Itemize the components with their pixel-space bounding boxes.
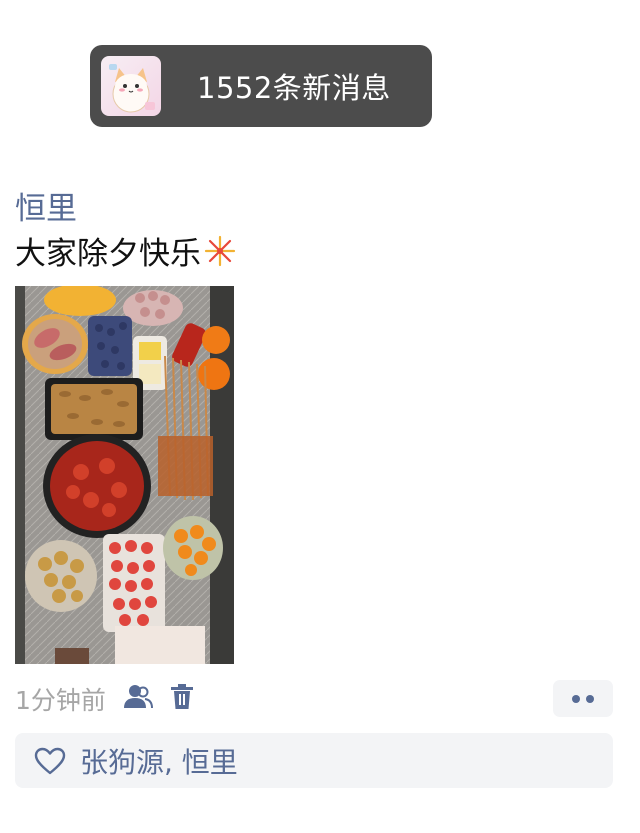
- post-content-text: 大家除夕快乐: [15, 236, 201, 272]
- cartoon-cat-avatar-icon: [109, 64, 155, 113]
- fireworks-emoji-icon: [204, 235, 236, 266]
- friends-visibility-icon[interactable]: [123, 684, 153, 714]
- post-author-name[interactable]: 恒里: [15, 183, 77, 228]
- post-photo[interactable]: [15, 286, 234, 664]
- food-spread-image: [15, 286, 234, 664]
- more-button[interactable]: [553, 680, 613, 717]
- post-time: 1分钟前: [15, 686, 106, 715]
- heart-outline-icon: [34, 747, 66, 774]
- toast-avatar: [101, 56, 161, 116]
- likes-panel: 张狗源, 恒里: [15, 733, 613, 788]
- trash-icon[interactable]: [170, 684, 193, 714]
- more-dots-icon: [586, 694, 594, 703]
- post-content: 大家除夕快乐: [15, 228, 237, 273]
- likes-names[interactable]: 张狗源, 恒里: [80, 741, 238, 781]
- new-messages-toast[interactable]: 1552条新消息: [90, 45, 432, 127]
- post-meta: 1分钟前: [15, 682, 193, 716]
- new-messages-count: 1552条新消息: [197, 71, 391, 105]
- more-dots-icon: [572, 694, 580, 703]
